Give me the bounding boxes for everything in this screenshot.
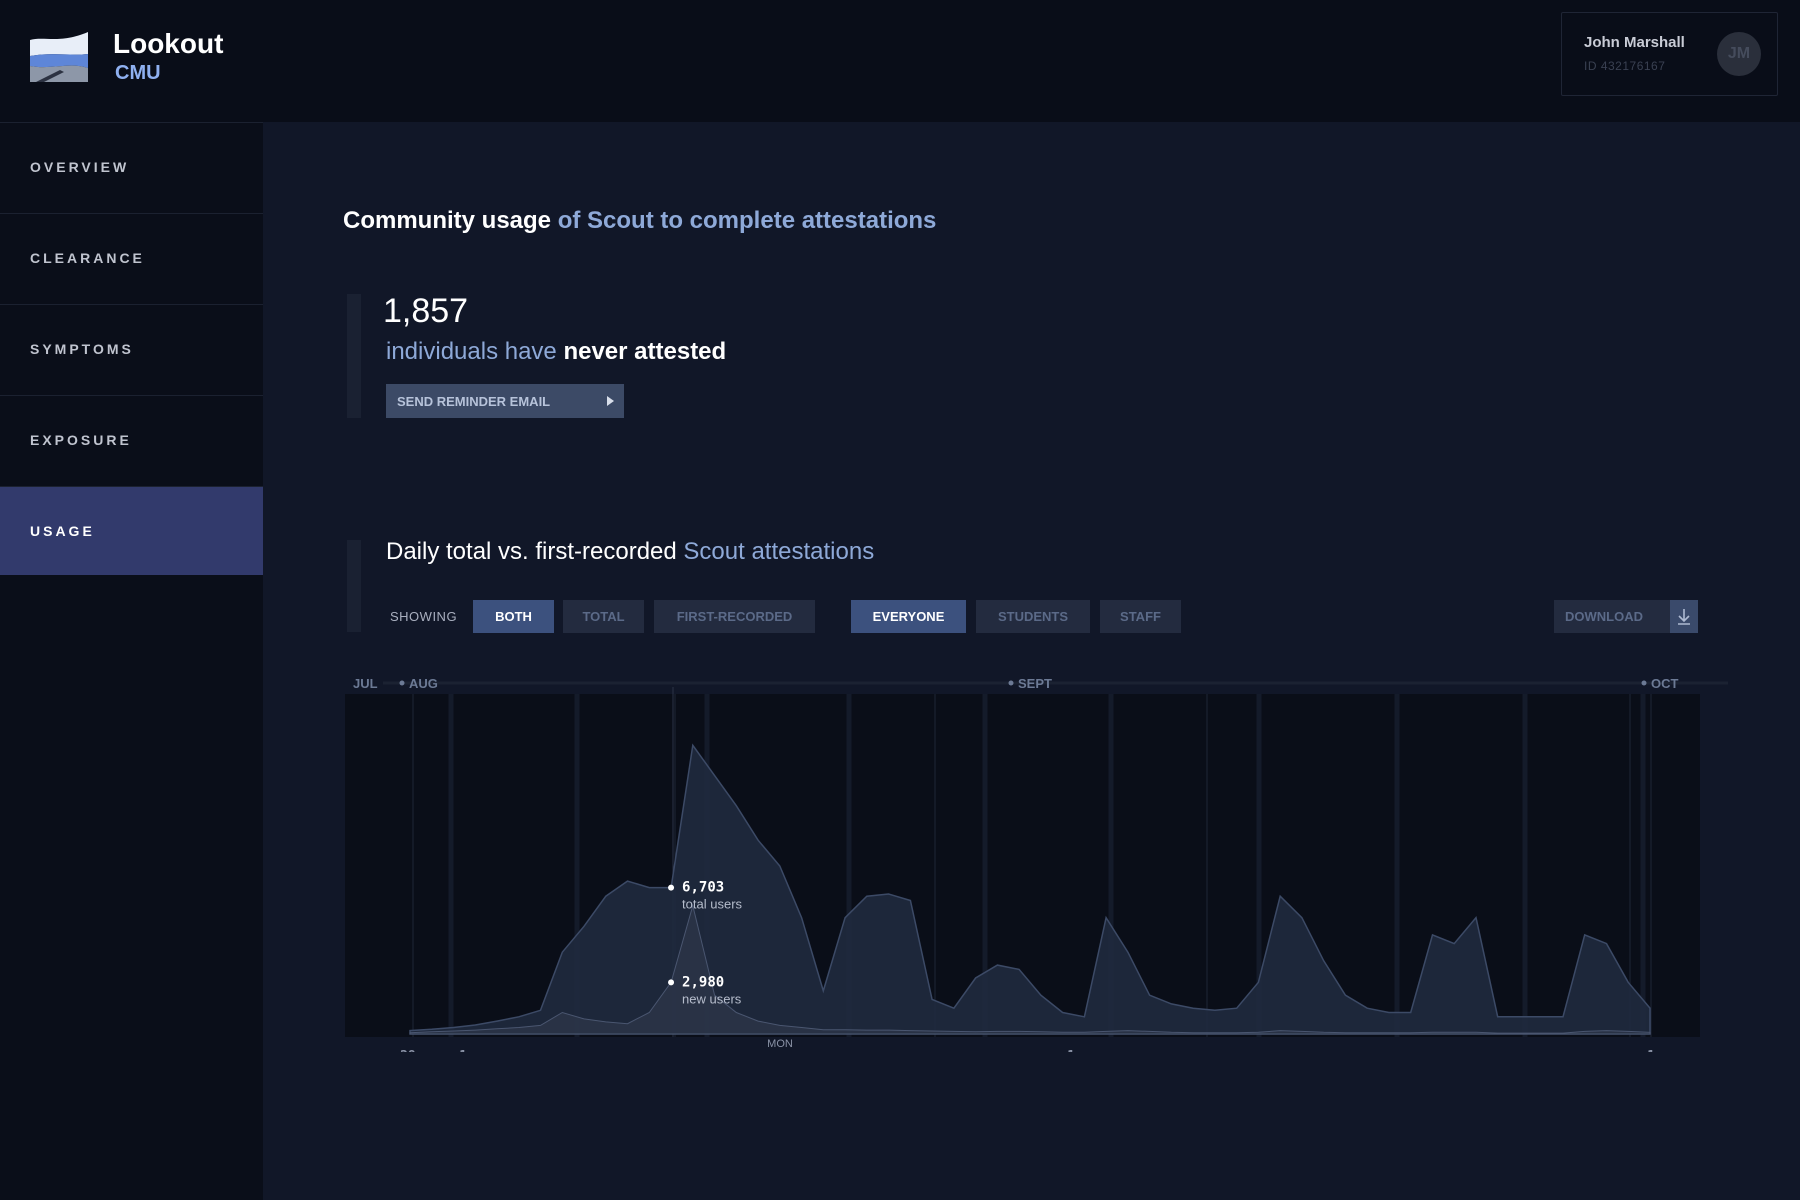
stat-desc-lead: individuals have <box>386 338 564 365</box>
sidebar-item-exposure[interactable]: EXPOSURE <box>0 395 263 484</box>
user-id: ID 432176167 <box>1584 59 1666 73</box>
month-label: AUG <box>409 676 438 691</box>
chart-title: Daily total vs. first-recorded Scout att… <box>386 538 874 566</box>
chart-accent-bar <box>347 540 361 632</box>
month-marker-dot <box>399 680 405 686</box>
lookout-logo-icon <box>30 32 88 82</box>
chart-title-lead: Daily total vs. first-recorded <box>386 538 684 565</box>
download-icon <box>1670 600 1698 633</box>
sidebar-item-usage[interactable]: USAGE <box>0 486 263 575</box>
download-button[interactable]: DOWNLOAD <box>1554 600 1698 633</box>
never-attested-count: 1,857 <box>383 292 469 330</box>
download-label: DOWNLOAD <box>1565 609 1643 624</box>
attestations-chart: JUL AUG SEPT OCT 6,703total users 2,980new u… <box>345 676 1728 1052</box>
filter-first-recorded-button[interactable]: FIRST-RECORDED <box>654 600 815 633</box>
filter-staff-button[interactable]: STAFF <box>1100 600 1181 633</box>
filter-total-button[interactable]: TOTAL <box>563 600 644 633</box>
month-marker-dot <box>1008 680 1014 686</box>
send-reminder-email-label: SEND REMINDER EMAIL <box>397 393 551 409</box>
main-content: Community usage of Scout to complete att… <box>263 122 1800 1200</box>
showing-label: SHOWING <box>390 609 458 624</box>
brand-name: Lookout <box>113 28 224 59</box>
annotation-label: total users <box>682 897 742 912</box>
avatar[interactable]: JM <box>1717 32 1761 76</box>
annotation-value: 6,703 <box>682 880 724 896</box>
sidebar-item-overview[interactable]: OVERVIEW <box>0 122 263 211</box>
annotation-dot <box>668 884 675 891</box>
annotation-value: 2,980 <box>682 974 724 990</box>
sidebar: OVERVIEW CLEARANCE SYMPTOMS EXPOSURE USA… <box>0 122 263 1200</box>
tick-label: 1 <box>459 1049 467 1052</box>
tick-label: 29 <box>400 1049 416 1052</box>
month-label: OCT <box>1651 676 1679 691</box>
tick-label: 1 <box>1067 1049 1075 1052</box>
filter-students-button[interactable]: STUDENTS <box>976 600 1090 633</box>
page-title: Community usage of Scout to complete att… <box>343 207 936 235</box>
app-header: Lookout CMU John Marshall ID 432176167 J… <box>0 0 1800 122</box>
stat-accent-bar <box>347 294 361 418</box>
play-icon <box>607 396 614 406</box>
annotation-label: new users <box>682 991 742 1006</box>
annotation-dot <box>668 979 675 986</box>
tick-label-top: MON <box>767 1038 793 1050</box>
tick-label: 1 <box>1647 1049 1655 1052</box>
chart-title-accent: Scout attestations <box>683 538 875 565</box>
page-title-lead: Community usage <box>343 207 552 234</box>
filter-both-button[interactable]: BOTH <box>473 600 554 633</box>
user-name: John Marshall <box>1584 34 1685 51</box>
sidebar-item-clearance[interactable]: CLEARANCE <box>0 213 263 302</box>
send-reminder-email-button[interactable]: SEND REMINDER EMAIL <box>386 384 624 418</box>
never-attested-description: individuals have never attested <box>386 338 726 366</box>
sidebar-item-symptoms[interactable]: SYMPTOMS <box>0 304 263 393</box>
user-profile[interactable]: John Marshall ID 432176167 JM <box>1561 12 1778 96</box>
stat-desc-bold: never attested <box>563 338 727 365</box>
page-title-accent: of Scout to complete attestations <box>551 207 937 234</box>
month-label: JUL <box>353 676 378 691</box>
brand-subtitle: CMU <box>115 62 161 84</box>
filter-everyone-button[interactable]: EVERYONE <box>851 600 966 633</box>
month-marker-dot <box>1641 680 1647 686</box>
month-label: SEPT <box>1018 676 1052 691</box>
